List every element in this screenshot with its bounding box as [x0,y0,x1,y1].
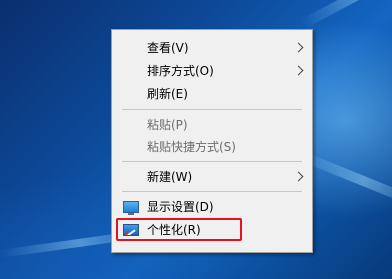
menu-separator [122,109,302,110]
menu-item-new[interactable]: 新建(W) [112,166,312,188]
display-settings-icon [123,201,139,215]
menu-item-paste: 粘贴(P) [112,114,312,136]
chevron-right-icon [293,65,304,76]
menu-item-label: 粘贴(P) [147,118,188,132]
menu-item-label: 显示设置(D) [147,200,214,214]
menu-separator [122,161,302,162]
chevron-right-icon [293,42,304,53]
menu-item-display-settings[interactable]: 显示设置(D) [112,196,312,218]
menu-item-label: 查看(V) [147,41,189,55]
menu-item-label: 刷新(E) [147,87,188,101]
menu-item-label: 粘贴快捷方式(S) [147,140,236,154]
menu-item-label: 排序方式(O) [147,64,214,78]
menu-item-label: 新建(W) [147,170,193,184]
menu-item-sort-by[interactable]: 排序方式(O) [112,60,312,82]
chevron-right-icon [293,171,304,182]
highlight-annotation-box [116,218,242,241]
menu-item-view[interactable]: 查看(V) [112,37,312,59]
menu-item-refresh[interactable]: 刷新(E) [112,83,312,105]
menu-item-paste-shortcut: 粘贴快捷方式(S) [112,136,312,158]
menu-separator [122,191,302,192]
wallpaper-light-beam [300,0,392,29]
